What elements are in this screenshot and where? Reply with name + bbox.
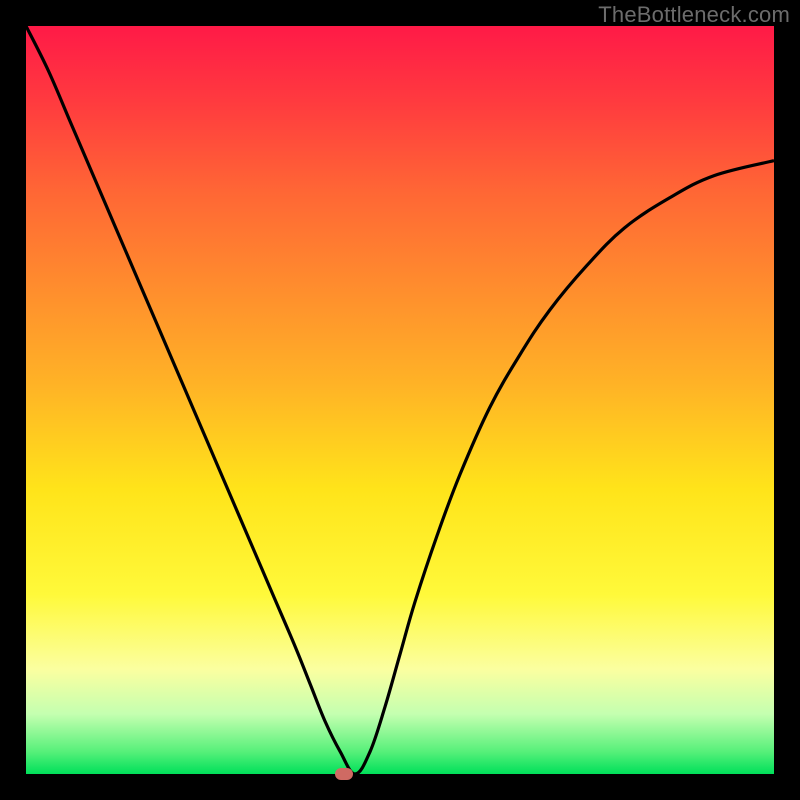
optimal-point-marker — [335, 768, 353, 780]
curve-svg — [26, 26, 774, 774]
chart-frame: TheBottleneck.com — [0, 0, 800, 800]
plot-area — [26, 26, 774, 774]
watermark-text: TheBottleneck.com — [598, 2, 790, 28]
bottleneck-curve-path — [26, 26, 774, 774]
